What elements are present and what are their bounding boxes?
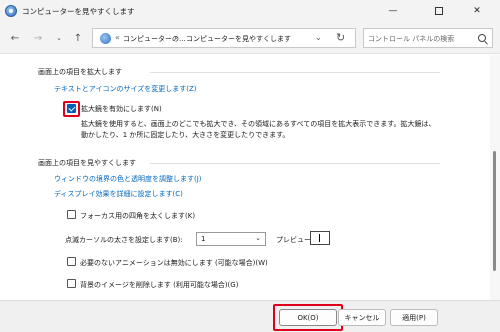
cursor-thickness-select[interactable]: 1 ⌄ xyxy=(196,232,266,246)
address-overflow-chevron[interactable]: « xyxy=(115,33,120,42)
minimize-button[interactable]: — xyxy=(370,0,416,22)
cancel-button[interactable]: キャンセル xyxy=(338,309,386,326)
magnifier-checkbox[interactable] xyxy=(67,104,76,113)
recent-locations-button[interactable]: ⌄ xyxy=(52,31,66,45)
link-display-effects[interactable]: ディスプレイ効果を詳細に設定します(C) xyxy=(54,189,183,199)
animations-checkbox[interactable] xyxy=(67,257,76,266)
breadcrumb-current[interactable]: コンピューターを見やすくします xyxy=(186,34,291,44)
refresh-icon[interactable]: ↻ xyxy=(336,31,345,44)
cursor-preview xyxy=(310,231,330,245)
search-icon[interactable] xyxy=(478,34,486,42)
focus-rectangle-label[interactable]: フォーカス用の四角を太くします(K) xyxy=(80,211,195,221)
magnifier-description-line2: 動かしたり、1 か所に固定したり、大きさを変更したりできます。 xyxy=(81,131,290,139)
vertical-scrollbar[interactable] xyxy=(490,55,500,300)
forward-button[interactable]: → xyxy=(31,31,45,45)
breadcrumb-separator[interactable]: › xyxy=(175,33,178,42)
animations-label[interactable]: 必要のないアニメーションは無効にします (可能な場合)(W) xyxy=(80,258,268,268)
navigation-bar: ← → ⌄ ↑ « コンピューターの... › コンピューターを見やすくします … xyxy=(0,22,500,54)
ok-button[interactable]: OK(O) xyxy=(279,309,337,326)
focus-rectangle-checkbox[interactable] xyxy=(67,210,76,219)
dialog-footer: OK(O) キャンセル 適用(P) xyxy=(0,300,500,332)
title-bar: コンピューターを見やすくします — ✕ xyxy=(0,0,500,22)
magnifier-checkbox-label[interactable]: 拡大鏡を有効にします(N) xyxy=(81,104,162,114)
cursor-thickness-label: 点滅カーソルの太さを設定します(B): xyxy=(65,236,183,244)
background-image-label[interactable]: 背景のイメージを削除します (利用可能な場合)(G) xyxy=(80,280,238,290)
maximize-icon xyxy=(435,7,443,15)
chevron-down-icon: ⌄ xyxy=(255,234,261,242)
section-divider xyxy=(150,163,440,164)
section-divider xyxy=(150,72,440,73)
link-text-icon-size[interactable]: テキストとアイコンのサイズを変更します(Z) xyxy=(54,84,197,94)
background-image-checkbox[interactable] xyxy=(67,279,76,288)
section-heading-magnify: 画面上の項目を拡大します xyxy=(38,68,122,76)
control-panel-icon xyxy=(100,33,111,44)
address-bar[interactable]: « コンピューターの... › コンピューターを見やすくします ⌄ ↻ xyxy=(92,28,356,48)
close-button[interactable]: ✕ xyxy=(454,0,500,22)
back-button[interactable]: ← xyxy=(8,31,22,45)
apply-button[interactable]: 適用(P) xyxy=(390,309,438,326)
search-input[interactable] xyxy=(368,32,474,45)
preview-label: プレビュー: xyxy=(276,236,314,244)
scrollbar-thumb[interactable] xyxy=(493,151,496,271)
content-area: 画面上の項目を拡大します テキストとアイコンのサイズを変更します(Z) 拡大鏡を… xyxy=(0,55,490,300)
section-heading-visibility: 画面上の項目を見やすくします xyxy=(38,159,136,167)
link-border-color[interactable]: ウィンドウの境界の色と透明度を調整します(J) xyxy=(54,174,202,184)
cursor-thickness-value: 1 xyxy=(201,235,206,243)
window-title: コンピューターを見やすくします xyxy=(22,7,135,16)
search-box[interactable] xyxy=(363,28,493,48)
ease-of-access-icon xyxy=(5,5,17,17)
address-dropdown-icon[interactable]: ⌄ xyxy=(315,33,322,42)
up-button[interactable]: ↑ xyxy=(71,31,85,45)
caret-preview xyxy=(319,234,320,242)
